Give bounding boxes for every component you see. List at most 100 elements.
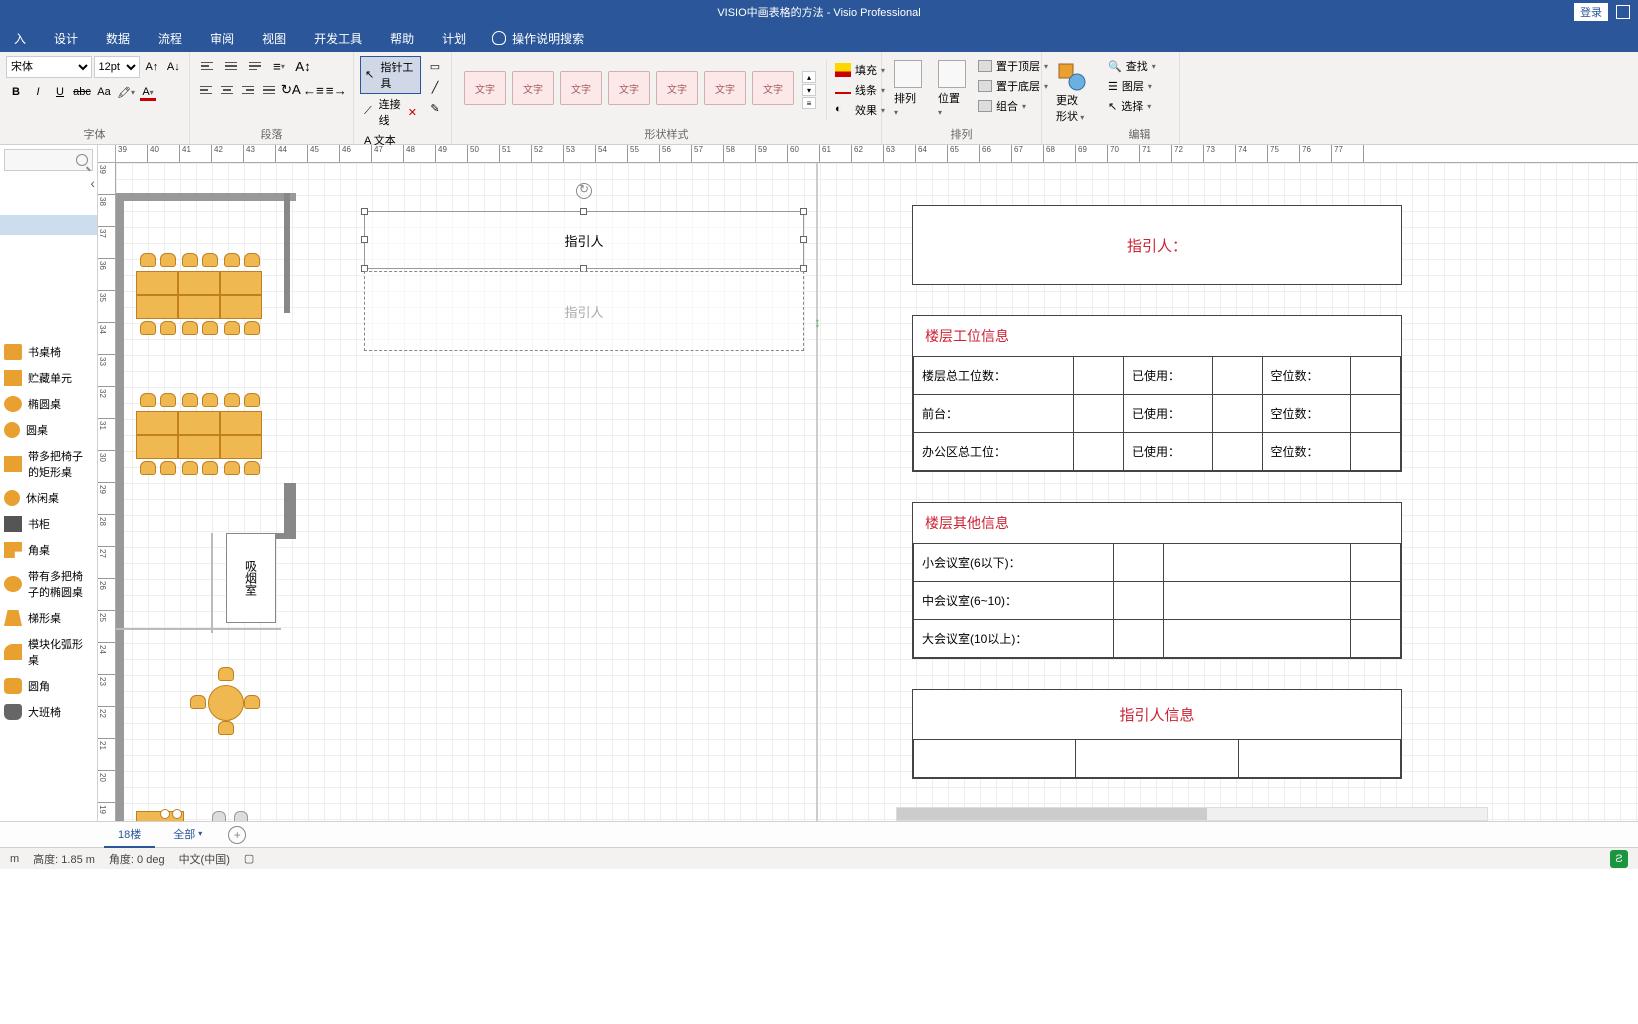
horizontal-scrollbar[interactable] <box>896 807 1488 821</box>
select-button[interactable]: ↖选择 <box>1106 96 1158 116</box>
style-preset-3[interactable]: 文字 <box>560 71 602 105</box>
tab-insert[interactable]: 入 <box>0 24 40 53</box>
collapse-panel-button[interactable]: ‹ <box>90 175 95 191</box>
status-language[interactable]: 中文(中国) <box>179 851 230 867</box>
rotate-handle[interactable] <box>576 183 592 199</box>
rotate-text-button[interactable]: ↻A <box>281 80 301 100</box>
statusbar: m 高度: 1.85 m 角度: 0 deg 中文(中国) ▢ Ƨ <box>0 847 1638 869</box>
shapes-panel: ‹ 书桌椅 贮藏单元 椭圆桌 圆桌 带多把椅子的矩形桌 休闲桌 书柜 角桌 带有… <box>0 145 98 821</box>
shape-item-ellipse-desk-chairs[interactable]: 带有多把椅子的椭圆桌 <box>0 563 97 605</box>
shape-item-round-corner[interactable]: 圆角 <box>0 673 97 699</box>
bullets-button[interactable]: ≡ <box>268 56 290 76</box>
shape-item-trap-desk[interactable]: 梯形桌 <box>0 605 97 631</box>
fill-button[interactable]: 填充 <box>833 60 887 80</box>
drawing-canvas[interactable]: 吸烟室 <box>116 163 1638 821</box>
strikethrough-button[interactable]: abc <box>72 82 92 102</box>
line-tool-button[interactable]: ╱ <box>425 77 445 97</box>
shape-item-corner-desk[interactable]: 角桌 <box>0 537 97 563</box>
increase-indent-button[interactable]: ≡→ <box>326 80 347 100</box>
change-shape-button[interactable]: 更改形状 <box>1048 56 1094 128</box>
connector-tool-button[interactable]: ⟋连接线✕ <box>360 94 421 130</box>
line-button[interactable]: 线条 <box>833 80 887 100</box>
zoom-badge[interactable]: Ƨ <box>1610 850 1628 868</box>
tab-data[interactable]: 数据 <box>92 24 144 53</box>
style-preset-5[interactable]: 文字 <box>656 71 698 105</box>
text-direction-button[interactable]: A↕ <box>292 56 314 76</box>
font-family-select[interactable]: 宋体 <box>6 56 92 78</box>
selected-shape-group[interactable]: 指引人 指引人 ↕ <box>364 211 804 351</box>
find-button[interactable]: 🔍查找 <box>1106 56 1158 76</box>
rect-desk-chairs-icon <box>4 456 22 472</box>
position-button[interactable]: 位置 <box>932 56 972 122</box>
bold-button[interactable]: B <box>6 82 26 102</box>
style-preset-2[interactable]: 文字 <box>512 71 554 105</box>
shape-item-storage[interactable]: 贮藏单元 <box>0 365 97 391</box>
tab-review[interactable]: 审阅 <box>196 24 248 53</box>
style-preset-7[interactable]: 文字 <box>752 71 794 105</box>
shape-item-rect-desk-chairs[interactable]: 带多把椅子的矩形桌 <box>0 443 97 485</box>
login-button[interactable]: 登录 <box>1574 3 1608 21</box>
line-icon <box>835 92 851 94</box>
layers-button[interactable]: ☰图层 <box>1106 76 1158 96</box>
gallery-down-button[interactable]: ▾ <box>802 84 816 96</box>
italic-button[interactable]: I <box>28 82 48 102</box>
underline-button[interactable]: U <box>50 82 70 102</box>
freeform-tool-button[interactable]: ✎ <box>425 98 445 118</box>
style-preset-1[interactable]: 文字 <box>464 71 506 105</box>
edit-group-label: 编辑 <box>1106 124 1173 144</box>
group-button[interactable]: 组合 <box>976 96 1050 116</box>
titlebar: VISIO中画表格的方法 - Visio Professional 登录 <box>0 0 1638 24</box>
style-preset-4[interactable]: 文字 <box>608 71 650 105</box>
decrease-indent-button[interactable]: ←≡ <box>303 80 324 100</box>
font-color-button[interactable]: A <box>138 82 158 102</box>
bring-front-button[interactable]: 置于顶层 <box>976 56 1050 76</box>
tab-process[interactable]: 流程 <box>144 24 196 53</box>
shape-item-desk-chair[interactable]: 书桌椅 <box>0 339 97 365</box>
rectangle-tool-button[interactable]: ▭ <box>425 56 445 76</box>
align-bottom-button[interactable] <box>244 56 266 76</box>
send-back-button[interactable]: 置于底层 <box>976 76 1050 96</box>
macro-record-icon[interactable]: ▢ <box>244 852 254 865</box>
trap-desk-icon <box>4 610 22 626</box>
shape-item-round-desk[interactable]: 圆桌 <box>0 417 97 443</box>
align-right-button[interactable] <box>238 80 257 100</box>
pointer-tool-button[interactable]: ↖指针工具 <box>360 56 421 94</box>
tell-me-search[interactable]: 操作说明搜索 <box>492 30 584 47</box>
canvas-area[interactable]: 3940414243444546474849505152535455565758… <box>98 145 1638 821</box>
tab-help[interactable]: 帮助 <box>376 24 428 53</box>
shape-item-ellipse-desk[interactable]: 椭圆桌 <box>0 391 97 417</box>
gallery-more-button[interactable]: ≡ <box>802 97 816 109</box>
align-center-button[interactable] <box>217 80 236 100</box>
align-left-button[interactable] <box>196 80 215 100</box>
tab-developer[interactable]: 开发工具 <box>300 24 376 53</box>
resize-arrow-icon: ↕ <box>814 314 821 330</box>
increase-font-button[interactable]: A↑ <box>142 57 161 77</box>
gallery-up-button[interactable]: ▴ <box>802 71 816 83</box>
page-tab-18f[interactable]: 18楼 <box>104 822 155 848</box>
font-size-select[interactable]: 12pt <box>94 56 141 78</box>
justify-button[interactable] <box>260 80 279 100</box>
shape-item-exec-chair[interactable]: 大班椅 <box>0 699 97 725</box>
shapes-search-input[interactable] <box>4 149 93 171</box>
text-case-button[interactable]: Aa <box>94 82 114 102</box>
font-group-label: 字体 <box>6 124 183 144</box>
align-middle-button[interactable] <box>220 56 242 76</box>
shape-item-arc-desk[interactable]: 模块化弧形桌 <box>0 631 97 673</box>
shape-item-cabinet[interactable]: 书柜 <box>0 511 97 537</box>
add-page-button[interactable]: + <box>228 826 246 844</box>
tab-design[interactable]: 设计 <box>40 24 92 53</box>
align-top-button[interactable] <box>196 56 218 76</box>
align-button[interactable]: 排列 <box>888 56 928 122</box>
selected-shape-1[interactable]: 指引人 <box>364 211 804 269</box>
ribbon-options-icon[interactable] <box>1616 5 1630 19</box>
tab-plan[interactable]: 计划 <box>428 24 480 53</box>
decrease-font-button[interactable]: A↓ <box>164 57 183 77</box>
tab-view[interactable]: 视图 <box>248 24 300 53</box>
selected-shape-2-ghost[interactable]: 指引人 ↕ <box>364 271 804 351</box>
shape-item-leisure-desk[interactable]: 休闲桌 <box>0 485 97 511</box>
style-preset-6[interactable]: 文字 <box>704 71 746 105</box>
highlight-button[interactable]: 🖍 <box>116 82 136 102</box>
page-tab-all[interactable]: 全部▾ <box>159 822 216 848</box>
effects-button[interactable]: ◐效果 <box>833 100 887 120</box>
effects-icon: ◐ <box>835 103 851 117</box>
